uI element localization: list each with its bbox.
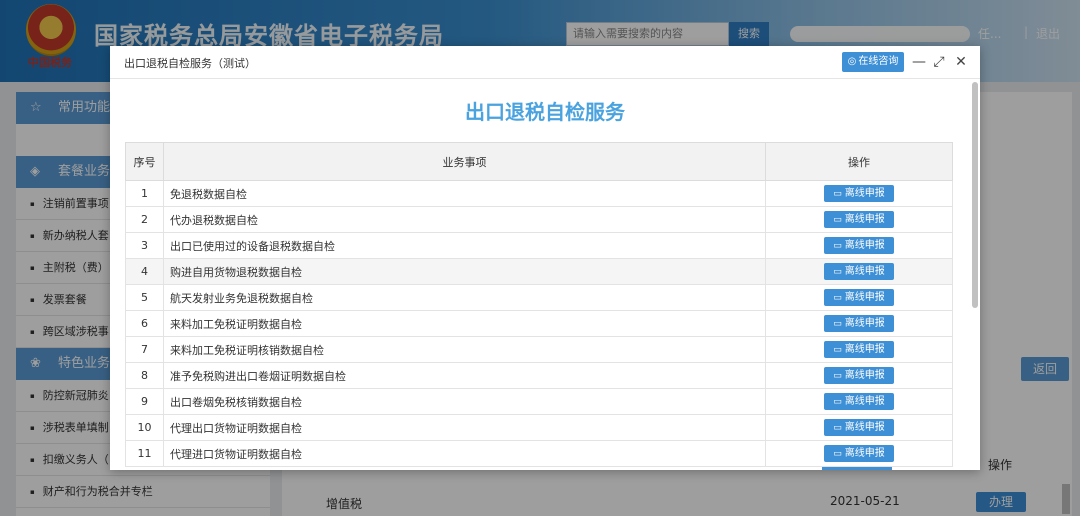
row-item-name: 出口卷烟免税核销数据自检 bbox=[163, 388, 766, 415]
row-action: ▭ 离线申报 bbox=[765, 180, 953, 207]
offline-report-button[interactable]: ▭ 离线申报 bbox=[824, 237, 894, 254]
column-header-num: 序号 bbox=[125, 142, 164, 181]
self-check-table: 序号 业务事项 操作 1 免退税数据自检 ▭ 离线申报 2 代办退税数据自检 ▭ 离线申报 3 出… bbox=[125, 142, 953, 467]
report-label: 离线申报 bbox=[844, 240, 885, 251]
monitor-icon: ▭ bbox=[833, 345, 842, 355]
report-label: 离线申报 bbox=[844, 344, 885, 355]
report-label: 离线申报 bbox=[844, 318, 885, 329]
offline-report-button[interactable]: ▭ 离线申报 bbox=[824, 315, 894, 332]
monitor-icon: ▭ bbox=[833, 215, 842, 225]
row-action: ▭ 离线申报 bbox=[765, 310, 953, 337]
report-label: 离线申报 bbox=[844, 188, 885, 199]
offline-report-button[interactable]: ▭ 离线申报 bbox=[824, 289, 894, 306]
monitor-icon: ▭ bbox=[833, 423, 842, 433]
table-row: 1 免退税数据自检 ▭ 离线申报 bbox=[125, 180, 953, 207]
table-row: 2 代办退税数据自检 ▭ 离线申报 bbox=[125, 206, 953, 233]
row-item-name: 准予免税购进出口卷烟证明数据自检 bbox=[163, 362, 766, 389]
row-number: 3 bbox=[125, 232, 164, 259]
offline-report-button[interactable]: ▭ 离线申报 bbox=[824, 445, 894, 462]
monitor-icon: ▭ bbox=[833, 241, 842, 251]
table-row: 9 出口卷烟免税核销数据自检 ▭ 离线申报 bbox=[125, 388, 953, 415]
headset-icon: ◎ bbox=[847, 56, 857, 67]
offline-report-button[interactable]: ▭ 离线申报 bbox=[824, 341, 894, 358]
online-consult-button[interactable]: ◎ 在线咨询 bbox=[842, 52, 904, 72]
row-action: ▭ 离线申报 bbox=[765, 440, 953, 467]
monitor-icon: ▭ bbox=[833, 293, 842, 303]
row-number: 2 bbox=[125, 206, 164, 233]
row-action: ▭ 离线申报 bbox=[765, 336, 953, 363]
report-label: 离线申报 bbox=[844, 422, 885, 433]
row-action: ▭ 离线申报 bbox=[765, 232, 953, 259]
maximize-icon[interactable]: ⤢ bbox=[930, 52, 948, 72]
monitor-icon: ▭ bbox=[833, 397, 842, 407]
row-number: 10 bbox=[125, 414, 164, 441]
report-label: 离线申报 bbox=[844, 292, 885, 303]
report-label: 离线申报 bbox=[844, 214, 885, 225]
partial-report-button[interactable] bbox=[822, 467, 892, 470]
offline-report-button[interactable]: ▭ 离线申报 bbox=[824, 367, 894, 384]
report-label: 离线申报 bbox=[844, 370, 885, 381]
row-item-name: 免退税数据自检 bbox=[163, 180, 766, 207]
row-number: 4 bbox=[125, 258, 164, 285]
report-label: 离线申报 bbox=[844, 266, 885, 277]
row-item-name: 出口已使用过的设备退税数据自检 bbox=[163, 232, 766, 259]
column-header-item: 业务事项 bbox=[163, 142, 766, 181]
monitor-icon: ▭ bbox=[833, 449, 842, 459]
report-label: 离线申报 bbox=[844, 448, 885, 459]
monitor-icon: ▭ bbox=[833, 319, 842, 329]
row-item-name: 代理出口货物证明数据自检 bbox=[163, 414, 766, 441]
row-item-name: 代办退税数据自检 bbox=[163, 206, 766, 233]
row-item-name: 来料加工免税证明核销数据自检 bbox=[163, 336, 766, 363]
row-item-name: 购进自用货物退税数据自检 bbox=[163, 258, 766, 285]
minimize-icon[interactable]: — bbox=[910, 52, 928, 72]
monitor-icon: ▭ bbox=[833, 371, 842, 381]
table-row: 7 来料加工免税证明核销数据自检 ▭ 离线申报 bbox=[125, 336, 953, 363]
close-icon[interactable]: ✕ bbox=[952, 52, 970, 72]
row-action: ▭ 离线申报 bbox=[765, 388, 953, 415]
row-action: ▭ 离线申报 bbox=[765, 284, 953, 311]
table-row: 6 来料加工免税证明数据自检 ▭ 离线申报 bbox=[125, 310, 953, 337]
offline-report-button[interactable]: ▭ 离线申报 bbox=[824, 393, 894, 410]
report-label: 离线申报 bbox=[844, 396, 885, 407]
row-number: 7 bbox=[125, 336, 164, 363]
column-header-op: 操作 bbox=[765, 142, 953, 181]
offline-report-button[interactable]: ▭ 离线申报 bbox=[824, 263, 894, 280]
table-row: 11 代理进口货物证明数据自检 ▭ 离线申报 bbox=[125, 440, 953, 467]
dialog-scrollbar[interactable] bbox=[972, 82, 978, 308]
row-number: 5 bbox=[125, 284, 164, 311]
row-item-name: 来料加工免税证明数据自检 bbox=[163, 310, 766, 337]
row-item-name: 代理进口货物证明数据自检 bbox=[163, 440, 766, 467]
row-action: ▭ 离线申报 bbox=[765, 258, 953, 285]
table-row: 4 购进自用货物退税数据自检 ▭ 离线申报 bbox=[125, 258, 953, 285]
table-row: 3 出口已使用过的设备退税数据自检 ▭ 离线申报 bbox=[125, 232, 953, 259]
row-item-name: 航天发射业务免退税数据自检 bbox=[163, 284, 766, 311]
row-number: 6 bbox=[125, 310, 164, 337]
dialog-heading: 出口退税自检服务 bbox=[465, 100, 625, 124]
monitor-icon: ▭ bbox=[833, 189, 842, 199]
table-row: 8 准予免税购进出口卷烟证明数据自检 ▭ 离线申报 bbox=[125, 362, 953, 389]
row-action: ▭ 离线申报 bbox=[765, 414, 953, 441]
row-action: ▭ 离线申报 bbox=[765, 362, 953, 389]
dialog-title: 出口退税自检服务（测试） bbox=[124, 57, 256, 70]
monitor-icon: ▭ bbox=[833, 267, 842, 277]
row-number: 9 bbox=[125, 388, 164, 415]
row-number: 11 bbox=[125, 440, 164, 467]
offline-report-button[interactable]: ▭ 离线申报 bbox=[824, 419, 894, 436]
offline-report-button[interactable]: ▭ 离线申报 bbox=[824, 185, 894, 202]
consult-label: 在线咨询 bbox=[858, 56, 899, 67]
table-row: 5 航天发射业务免退税数据自检 ▭ 离线申报 bbox=[125, 284, 953, 311]
dialog-titlebar: 出口退税自检服务（测试） ◎ 在线咨询 — ⤢ ✕ bbox=[110, 46, 980, 79]
self-check-dialog: 出口退税自检服务（测试） ◎ 在线咨询 — ⤢ ✕ 出口退税自检服务 序号 业务事… bbox=[110, 46, 980, 470]
offline-report-button[interactable]: ▭ 离线申报 bbox=[824, 211, 894, 228]
table-row: 10 代理出口货物证明数据自检 ▭ 离线申报 bbox=[125, 414, 953, 441]
row-number: 1 bbox=[125, 180, 164, 207]
row-action: ▭ 离线申报 bbox=[765, 206, 953, 233]
row-number: 8 bbox=[125, 362, 164, 389]
